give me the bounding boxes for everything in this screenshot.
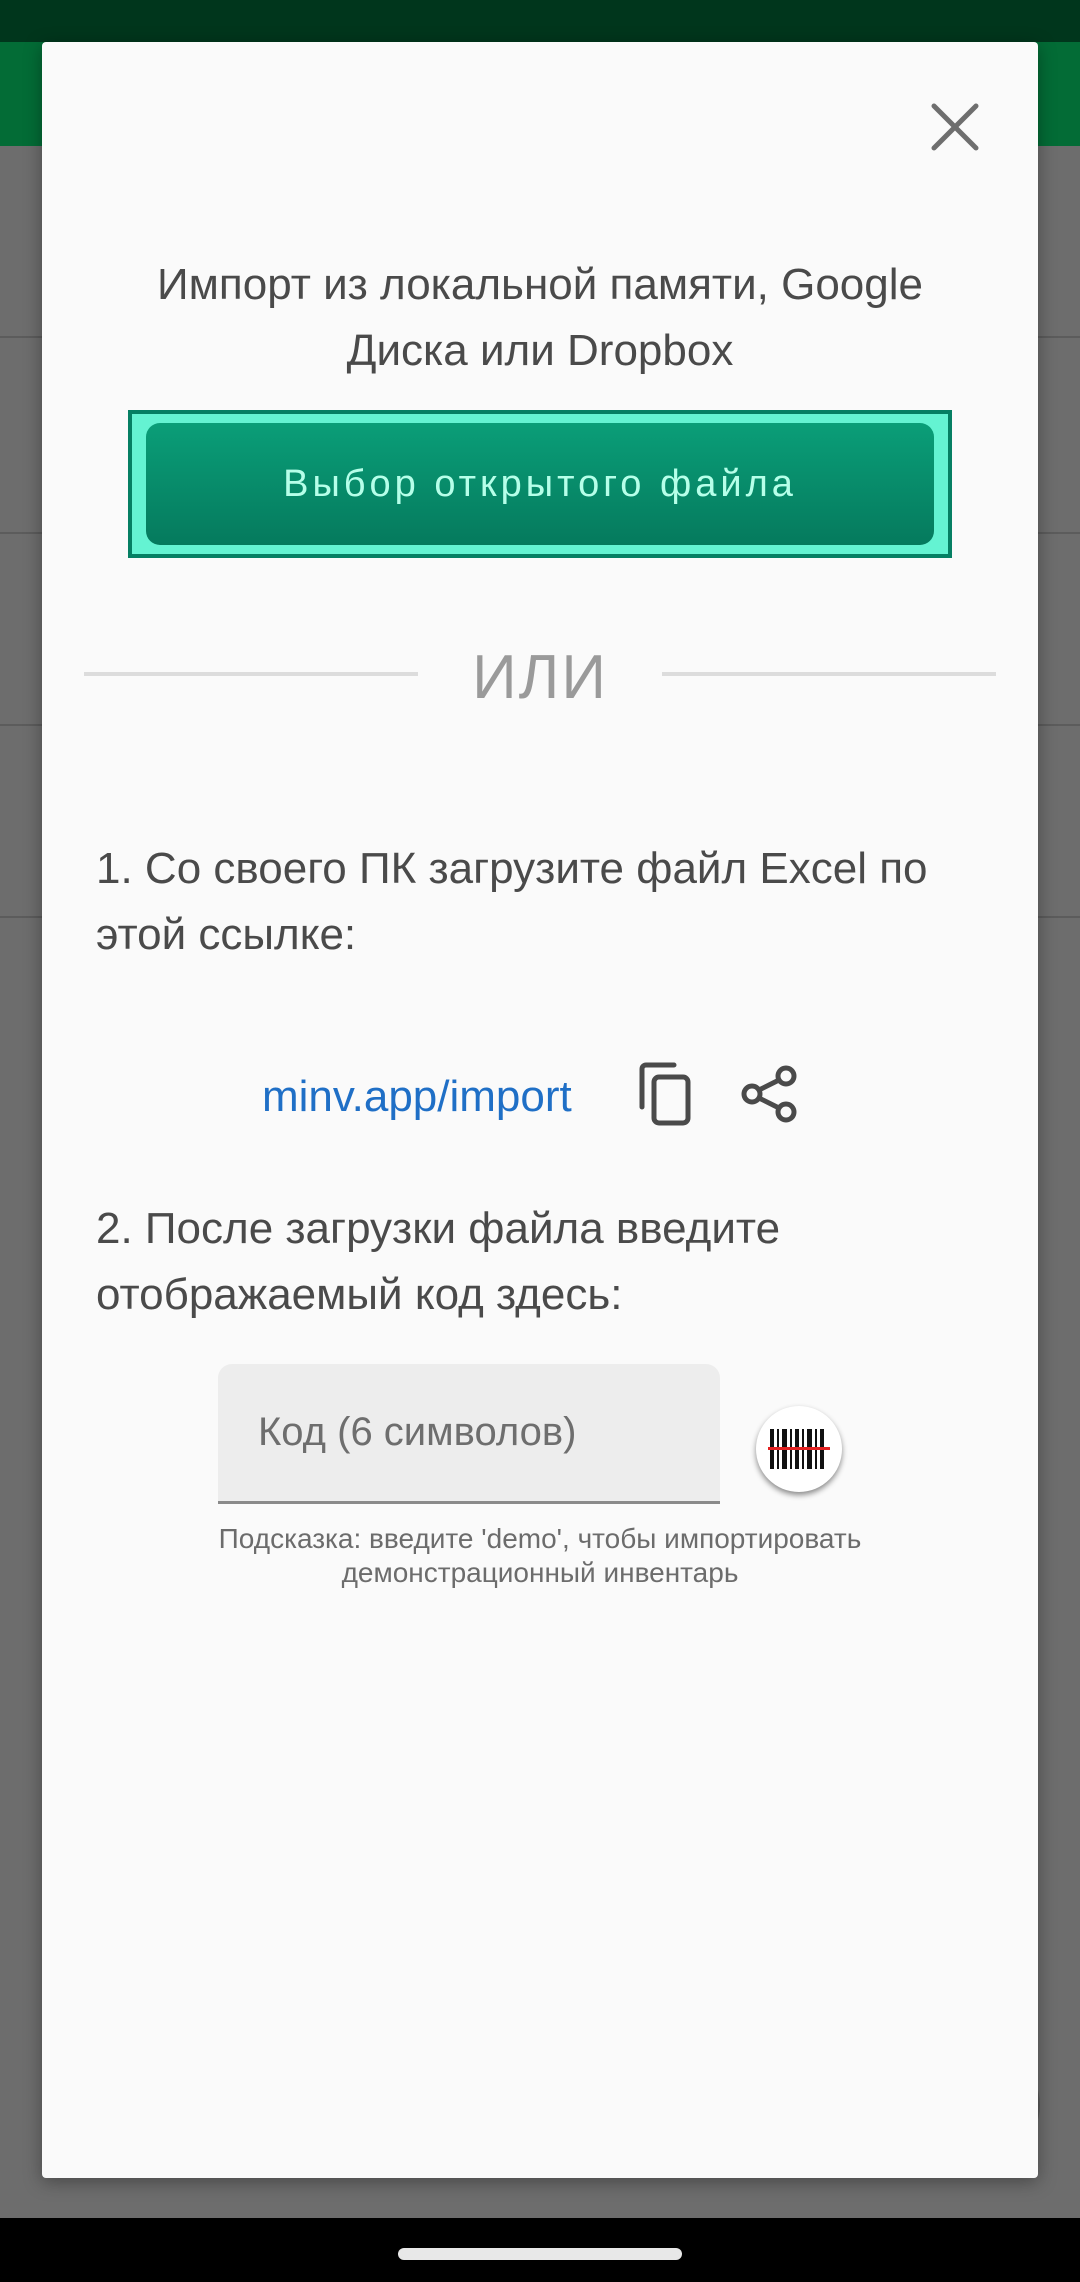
choose-file-button[interactable]: Выбор открытого файла (146, 423, 934, 545)
home-gesture-handle[interactable] (398, 2248, 682, 2260)
copy-button[interactable] (628, 1058, 700, 1130)
close-button[interactable] (922, 94, 988, 160)
barcode-scan-icon (768, 1429, 830, 1469)
share-button[interactable] (734, 1058, 806, 1130)
step-1-text: 1. Со своего ПК загрузите файл Excel по … (96, 844, 928, 959)
share-icon (741, 1065, 797, 1123)
import-dialog: Импорт из локальной памяти, Google Диска… (42, 42, 1038, 2178)
choose-file-button-frame: Выбор открытого файла (128, 410, 952, 558)
copy-icon (639, 1062, 691, 1126)
status-bar (0, 0, 1080, 42)
import-link[interactable]: minv.app/import (262, 1064, 572, 1130)
scan-barcode-button[interactable] (756, 1406, 842, 1492)
step-2-text: 2. После загрузки файла введите отобража… (96, 1204, 781, 1319)
dialog-title: Импорт из локальной памяти, Google Диска… (157, 260, 923, 375)
close-icon (931, 103, 979, 151)
code-field (218, 1364, 720, 1504)
hint-text: Подсказка: введите 'demo', чтобы импорти… (218, 1523, 862, 1588)
code-input[interactable] (218, 1364, 720, 1501)
or-label: ИЛИ (472, 643, 608, 712)
